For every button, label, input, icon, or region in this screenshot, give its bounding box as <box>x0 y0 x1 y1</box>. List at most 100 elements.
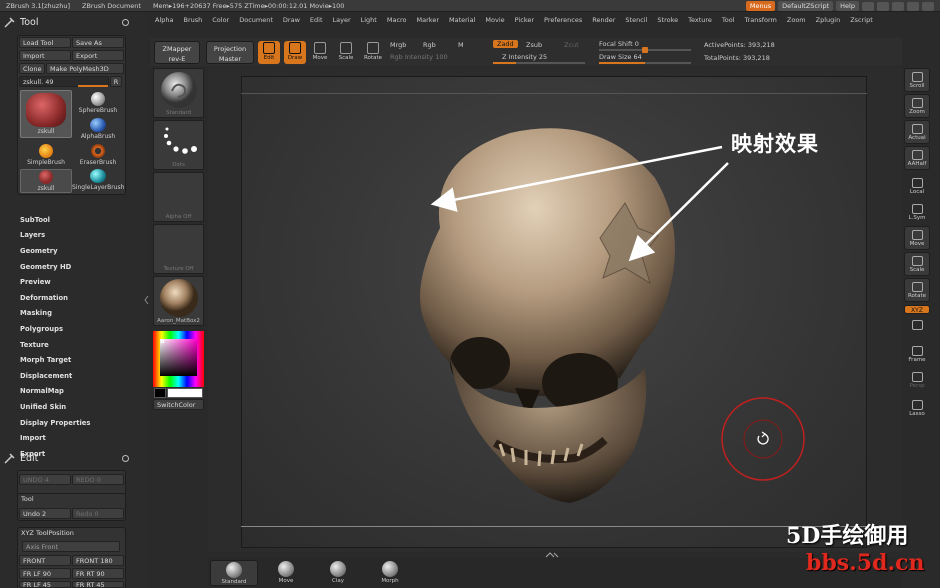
tool-submenu-item[interactable]: Preview <box>20 274 90 290</box>
import-button[interactable]: Import <box>19 50 71 61</box>
layout-icon[interactable] <box>862 1 874 11</box>
brush-alpha[interactable]: AlphaBrush <box>72 118 124 140</box>
zsub-button[interactable]: Zsub <box>526 41 542 49</box>
window-icon[interactable] <box>877 1 889 11</box>
right-tool-lsym-button[interactable]: L.Sym <box>904 200 930 224</box>
menu-item[interactable]: Color <box>207 16 234 24</box>
draw-mode-button[interactable]: Draw <box>284 41 306 64</box>
mrgb-button[interactable]: Mrgb <box>390 41 406 49</box>
fr-lf-45-button[interactable]: FR LF 45 <box>19 581 71 588</box>
right-tool-blank-button[interactable] <box>904 316 930 340</box>
default-zscript-button[interactable]: DefaultZScript <box>778 1 834 11</box>
load-tool-button[interactable]: Load Tool <box>19 37 71 48</box>
brush-single-layer[interactable]: SingleLayerBrush <box>72 169 125 191</box>
export-button[interactable]: Export <box>72 50 124 61</box>
fr-rt-90-button[interactable]: FR RT 90 <box>72 568 124 579</box>
tool-submenu-item[interactable]: SubTool <box>20 212 90 228</box>
focal-shift-slider[interactable]: Focal Shift 0 <box>599 40 639 48</box>
menu-item[interactable]: Render <box>587 16 620 24</box>
brush-simple[interactable]: SimpleBrush <box>20 144 72 166</box>
tool-submenu-item[interactable]: Polygroups <box>20 321 90 337</box>
switch-color-button[interactable]: SwitchColor <box>153 399 204 410</box>
r-button[interactable]: R <box>110 76 122 87</box>
tool-submenu-item[interactable]: Unified Skin <box>20 399 90 415</box>
tool-palette-header[interactable]: Tool <box>4 16 129 28</box>
menu-item[interactable]: Brush <box>178 16 207 24</box>
z-intensity-track[interactable] <box>493 62 585 64</box>
gear-icon[interactable] <box>122 454 129 462</box>
bottom-brush-move[interactable]: Move <box>262 560 310 586</box>
texture-tile[interactable]: Texture Off <box>153 224 204 274</box>
right-tool-xyz-button[interactable]: XYZ <box>904 305 930 314</box>
save-as-button[interactable]: Save As <box>72 37 124 48</box>
menu-item[interactable]: Movie <box>480 16 509 24</box>
tool-submenu-item[interactable]: Geometry <box>20 243 90 259</box>
menu-item[interactable]: Zoom <box>782 16 811 24</box>
rgb-intensity-slider[interactable]: Rgb Intensity 100 <box>390 53 448 61</box>
menu-item[interactable]: Texture <box>683 16 717 24</box>
minimize-icon[interactable] <box>892 1 904 11</box>
front-180-button[interactable]: FRONT 180 <box>72 555 124 566</box>
fr-rt-45-button[interactable]: FR RT 45 <box>72 581 124 588</box>
undo-button[interactable]: Undo 2 <box>19 508 71 519</box>
menu-item[interactable]: Picker <box>510 16 539 24</box>
menu-item[interactable]: Stroke <box>652 16 683 24</box>
right-tool-scroll-button[interactable]: Scroll <box>904 68 930 92</box>
menu-item[interactable]: Zplugin <box>811 16 846 24</box>
menu-item[interactable]: Stencil <box>620 16 652 24</box>
menu-item[interactable]: Layer <box>328 16 356 24</box>
standard-brush-tile[interactable]: Standard <box>153 68 204 118</box>
menu-item[interactable]: Document <box>234 16 278 24</box>
right-tool-aahalf-button[interactable]: AAHalf <box>904 146 930 170</box>
help-button[interactable]: Help <box>836 1 859 11</box>
color-sv-square[interactable] <box>160 339 197 376</box>
right-tool-scale-button[interactable]: Scale <box>904 252 930 276</box>
move-mode-button[interactable]: Move <box>309 41 331 64</box>
fr-lf-90-button[interactable]: FR LF 90 <box>19 568 71 579</box>
rotate-mode-button[interactable]: Rotate <box>362 41 384 64</box>
right-tool-zoom-button[interactable]: Zoom <box>904 94 930 118</box>
tool-submenu-item[interactable]: Layers <box>20 228 90 244</box>
color-picker[interactable] <box>153 331 204 387</box>
alpha-tile[interactable]: Alpha Off <box>153 172 204 222</box>
close-icon[interactable] <box>922 1 934 11</box>
tool-submenu-item[interactable]: Deformation <box>20 290 90 306</box>
projection-master-button[interactable]: Projection Master <box>206 41 254 64</box>
right-tool-move-button[interactable]: Move <box>904 226 930 250</box>
material-tile[interactable]: Aaron_MatBox2 <box>153 276 204 326</box>
tool-submenu-item[interactable]: Display Properties <box>20 415 90 431</box>
clone-button[interactable]: Clone <box>19 63 45 74</box>
make-polymesh-button[interactable]: Make PolyMesh3D <box>46 63 124 74</box>
maximize-icon[interactable] <box>907 1 919 11</box>
menu-item[interactable]: Alpha <box>150 16 178 24</box>
stroke-dots-tile[interactable]: Dots <box>153 120 204 170</box>
menu-item[interactable]: Transform <box>740 16 782 24</box>
left-panel-collapse-handle[interactable] <box>144 290 149 310</box>
menu-item[interactable]: Preferences <box>539 16 587 24</box>
edit-mode-button[interactable]: Edit <box>258 41 280 64</box>
edit-palette-header[interactable]: Edit <box>4 452 129 464</box>
right-tool-frame-button[interactable]: Frame <box>904 342 930 366</box>
menu-item[interactable]: Tool <box>717 16 740 24</box>
axis-front-button[interactable]: Axis Front <box>22 541 120 552</box>
primary-color-swatch[interactable] <box>167 388 203 398</box>
menu-item[interactable]: Draw <box>278 16 305 24</box>
menu-item[interactable]: Zscript <box>845 16 878 24</box>
zmapper-button[interactable]: ZMapper rev-E <box>154 41 200 64</box>
tool-submenu-item[interactable]: Morph Target <box>20 352 90 368</box>
brush-sphere[interactable]: SphereBrush <box>72 92 124 114</box>
tool-submenu-item[interactable]: Import <box>20 430 90 446</box>
focal-shift-track[interactable] <box>599 47 691 53</box>
menu-item[interactable]: Light <box>356 16 382 24</box>
focal-shift-knob[interactable] <box>642 47 648 53</box>
right-tool-lasso-button[interactable]: Lasso <box>904 396 930 420</box>
bottom-brush-standard[interactable]: Standard <box>210 560 258 586</box>
m-button[interactable]: M <box>458 41 464 49</box>
tool-submenu-item[interactable]: Displacement <box>20 368 90 384</box>
draw-size-track[interactable] <box>599 62 691 64</box>
tool-submenu-item[interactable]: Texture <box>20 337 90 353</box>
menus-button[interactable]: Menus <box>745 1 776 11</box>
z-intensity-slider[interactable]: Z Intensity 25 <box>502 53 547 61</box>
front-button[interactable]: FRONT <box>19 555 71 566</box>
brush-zskull-small[interactable]: zskull <box>20 169 72 193</box>
